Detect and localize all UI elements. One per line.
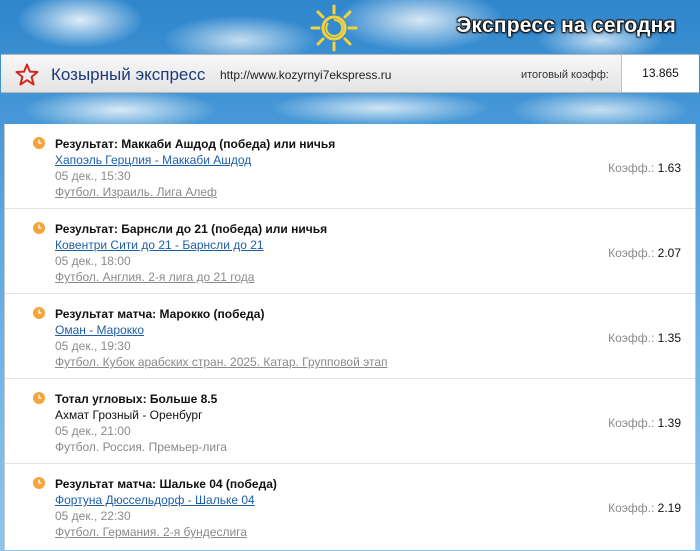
clock-icon	[33, 307, 45, 319]
bet-title: Результат: Маккаби Ашдод (победа) или ни…	[55, 137, 336, 151]
match-link[interactable]: Хапоэль Герцлия - Маккаби Ашдод	[55, 153, 251, 167]
odds-label: Коэфф.:	[608, 416, 655, 430]
match-link[interactable]: Ковентри Сити до 21 - Барнсли до 21	[55, 238, 264, 252]
bet-title: Результат: Барнсли до 21 (победа) или ни…	[55, 222, 328, 236]
match-datetime: 05 дек., 18:00	[55, 254, 131, 268]
match-datetime: 05 дек., 21:00	[55, 424, 131, 438]
bet-odds: Коэфф.: 1.39	[608, 416, 681, 430]
bet-item: Результат: Барнсли до 21 (победа) или ни…	[5, 209, 695, 294]
odds-label: Коэфф.:	[608, 331, 655, 345]
bet-title: Результат матча: Шальке 04 (победа)	[55, 477, 277, 491]
clock-icon	[33, 477, 45, 489]
league-link[interactable]: Футбол. Германия. 2-я бундеслига	[55, 525, 247, 539]
brand-name: Козырный экспресс	[51, 65, 206, 84]
odds-value: 2.19	[657, 501, 681, 515]
header-bar: Козырный экспресс http://www.kozyrnyi7ek…	[1, 54, 699, 93]
bet-title: Результат матча: Марокко (победа)	[55, 307, 265, 321]
bet-odds: Коэфф.: 2.19	[608, 501, 681, 515]
site-url: http://www.kozyrnyi7ekspress.ru	[220, 68, 392, 82]
league-link[interactable]: Футбол. Кубок арабских стран. 2025. Ката…	[55, 355, 388, 369]
total-odds-value: 13.865	[621, 55, 699, 92]
bet-item: Результат матча: Шальке 04 (победа) Форт…	[5, 464, 695, 549]
clock-icon	[33, 392, 45, 404]
odds-value: 1.39	[657, 416, 681, 430]
match-link[interactable]: Оман - Марокко	[55, 323, 144, 337]
league-link[interactable]: Футбол. Израиль. Лига Алеф	[55, 185, 217, 199]
page-title: Экспресс на сегодня	[456, 14, 676, 37]
odds-label: Коэфф.:	[608, 161, 655, 175]
clock-icon	[33, 222, 45, 234]
sun-icon	[310, 4, 358, 52]
odds-label: Коэфф.:	[608, 246, 655, 260]
bet-item: Тотал угловых: Больше 8.5 Ахмат Грозный …	[5, 379, 695, 464]
bet-odds: Коэфф.: 1.63	[608, 161, 681, 175]
league-link[interactable]: Футбол. Англия. 2-я лига до 21 года	[55, 270, 254, 284]
odds-label: Коэфф.:	[608, 501, 655, 515]
bets-list: Результат: Маккаби Ашдод (победа) или ни…	[4, 124, 696, 550]
bet-odds: Коэфф.: 2.07	[608, 246, 681, 260]
match-datetime: 05 дек., 19:30	[55, 339, 131, 353]
bet-title: Тотал угловых: Больше 8.5	[55, 392, 218, 406]
match-datetime: 05 дек., 15:30	[55, 169, 131, 183]
league-name: Футбол. Россия. Премьер-лига	[55, 440, 227, 454]
match-name: Ахмат Грозный - Оренбург	[55, 408, 203, 422]
bet-item: Результат: Маккаби Ашдод (победа) или ни…	[5, 124, 695, 209]
star-icon	[15, 63, 39, 86]
bet-item: Результат матча: Марокко (победа) Оман -…	[5, 294, 695, 379]
odds-value: 2.07	[657, 246, 681, 260]
total-odds-label: итоговый коэфф:	[521, 69, 609, 81]
odds-value: 1.63	[657, 161, 681, 175]
bet-odds: Коэфф.: 1.35	[608, 331, 681, 345]
match-datetime: 05 дек., 22:30	[55, 509, 131, 523]
match-link[interactable]: Фортуна Дюссельдорф - Шальке 04	[55, 493, 255, 507]
odds-value: 1.35	[657, 331, 681, 345]
clock-icon	[33, 137, 45, 149]
